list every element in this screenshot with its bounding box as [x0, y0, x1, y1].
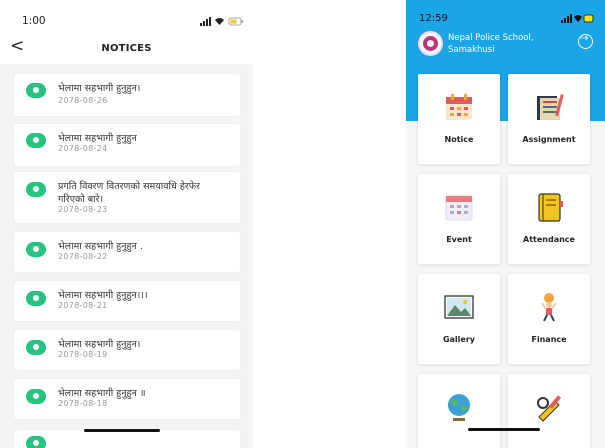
- notice-dot-icon: [26, 291, 46, 306]
- tile-assignment[interactable]: Assignment: [508, 74, 590, 164]
- notice-dot-icon: [26, 182, 46, 197]
- app-header: < NOTICES: [0, 34, 253, 64]
- dashboard-screen: 12:59 Nepal Police School, Samakhusi Not…: [406, 0, 605, 448]
- notice-date: 2078-08-24: [58, 144, 108, 153]
- notice-item[interactable]: [14, 430, 240, 448]
- notice-date: 2078-08-21: [58, 301, 108, 310]
- tile-notice[interactable]: Notice: [418, 74, 500, 164]
- notice-item[interactable]: भेलामा सहभागी हुनुहुन। 2078-08-26: [14, 74, 240, 116]
- status-icons: [561, 14, 594, 23]
- notices-screen: 1:00 < NOTICES भेलामा सहभागी हुनुहुन। 20…: [0, 0, 253, 448]
- notice-title: भेलामा सहभागी हुनुहुन: [58, 133, 137, 144]
- notice-date: 2078-08-26: [58, 96, 108, 105]
- notice-title: भेलामा सहभागी हुनुहुन।: [58, 83, 141, 94]
- notice-title-line1: प्रगति विवरण वितरणको समयावधि हेरफेर: [58, 181, 200, 192]
- tile-attendance[interactable]: Attendance: [508, 174, 590, 264]
- gallery-picture-icon: [444, 295, 474, 319]
- notice-item[interactable]: भेलामा सहभागी हुनुहुन 2078-08-24: [14, 124, 240, 166]
- notice-date: 2078-08-18: [58, 399, 108, 408]
- notice-dot-icon: [26, 389, 46, 404]
- notice-item[interactable]: प्रगति विवरण वितरणको समयावधि हेरफेर गरिए…: [14, 172, 240, 223]
- assignment-book-icon: [537, 94, 564, 120]
- notice-date: 2078-08-19: [58, 350, 108, 359]
- notice-dot-icon: [26, 436, 46, 448]
- notice-dot-icon: [26, 83, 46, 98]
- tile-label: Notice: [444, 135, 474, 144]
- school-location: Samakhusi: [448, 45, 495, 55]
- page-title: NOTICES: [101, 43, 152, 54]
- calendar-notice-icon: [446, 94, 472, 120]
- tile-label: Assignment: [522, 135, 576, 144]
- home-indicator: [84, 429, 160, 432]
- tile-label: Attendance: [523, 235, 575, 244]
- notice-item[interactable]: भेलामा सहभागी हुनुहुन।।। 2078-08-21: [14, 281, 240, 321]
- notice-item[interactable]: भेलामा सहभागी हुनुहुन ॥ 2078-08-18: [14, 379, 240, 419]
- status-time: 1:00: [22, 15, 46, 27]
- status-time: 12:59: [419, 13, 448, 24]
- notice-date: 2078-08-23: [58, 205, 108, 214]
- tile-finance[interactable]: Finance: [508, 274, 590, 364]
- notice-item[interactable]: भेलामा सहभागी हुनुहुन . 2078-08-22: [14, 232, 240, 272]
- notice-title: भेलामा सहभागी हुनुहुन ॥: [58, 388, 146, 399]
- notice-dot-icon: [26, 340, 46, 355]
- tile-label: Event: [446, 235, 472, 244]
- school-name: Nepal Police School,: [448, 33, 534, 43]
- tile-gallery[interactable]: Gallery: [418, 274, 500, 364]
- school-logo: [418, 31, 443, 56]
- notice-title-line2: गरिएको बारे।: [58, 194, 104, 205]
- home-indicator: [468, 428, 540, 431]
- tile-label: Gallery: [442, 335, 476, 344]
- notice-dot-icon: [26, 133, 46, 148]
- tile-tools[interactable]: [508, 374, 590, 448]
- globe-icon: [448, 394, 470, 421]
- notice-title: भेलामा सहभागी हुनुहुन।।।: [58, 290, 148, 301]
- notice-title: भेलामा सहभागी हुनुहुन .: [58, 241, 143, 252]
- tile-label: Finance: [531, 335, 567, 344]
- status-icons: [200, 17, 243, 26]
- notice-date: 2078-08-22: [58, 252, 108, 261]
- notice-title: भेलामा सहभागी हुनुहुन।: [58, 339, 141, 350]
- tile-globe[interactable]: [418, 374, 500, 448]
- notice-dot-icon: [26, 242, 46, 257]
- status-bar: 1:00: [0, 0, 253, 34]
- event-calendar-icon: [445, 195, 473, 221]
- notice-item[interactable]: भेलामा सहभागी हुनुहुन। 2078-08-19: [14, 330, 240, 370]
- finance-person-icon: [541, 293, 557, 322]
- tile-event[interactable]: Event: [418, 174, 500, 264]
- tools-icon: [537, 395, 562, 422]
- attendance-notebook-icon: [538, 193, 563, 222]
- logout-icon[interactable]: [578, 33, 593, 49]
